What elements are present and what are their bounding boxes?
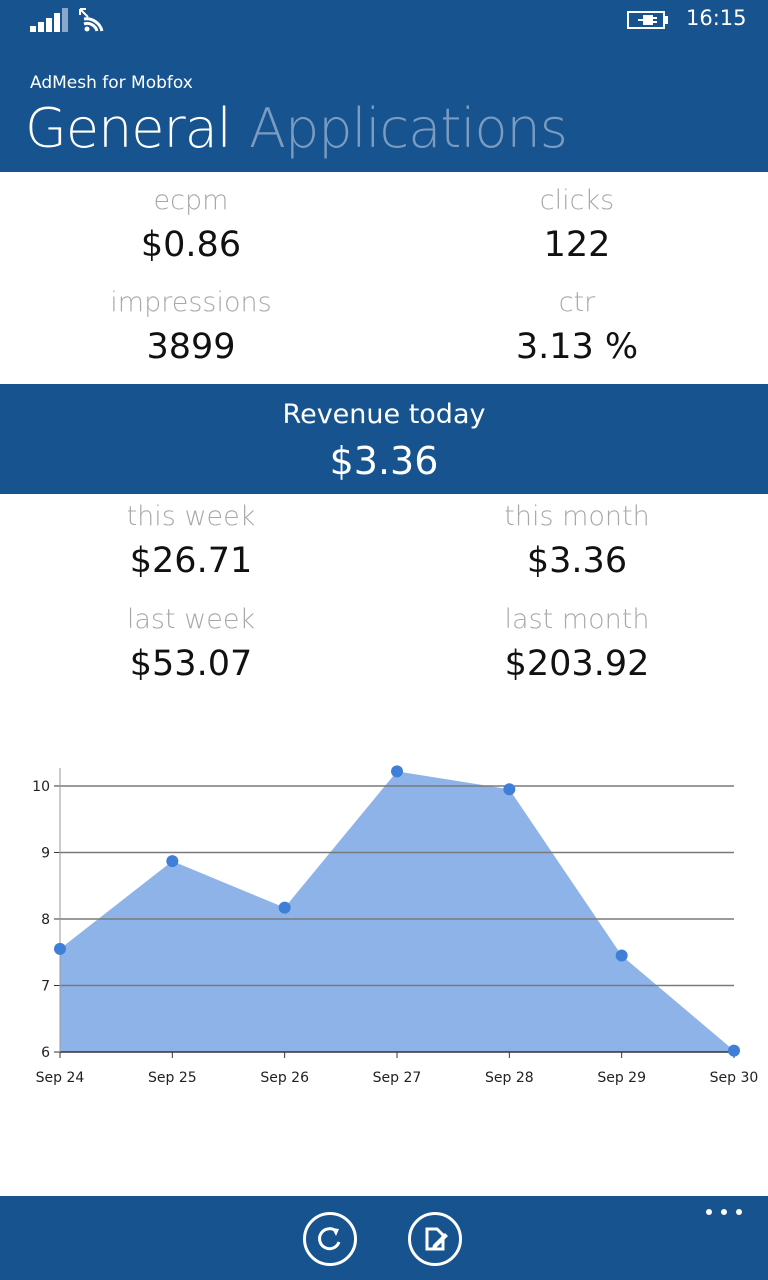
x-tick-label: Sep 24 (36, 1070, 85, 1086)
stat-value: $26.71 (129, 541, 253, 581)
revenue-today-label: Revenue today (282, 399, 486, 430)
stat-impressions: impressions 3899 (31, 286, 351, 372)
stat-value: $203.92 (504, 644, 650, 684)
stat-this-month: this month $3.36 (417, 500, 737, 586)
stat-value: $0.86 (140, 225, 242, 265)
x-tick-label: Sep 26 (260, 1070, 309, 1086)
stat-clicks: clicks 122 (417, 184, 737, 270)
stat-last-month: last month $203.92 (417, 603, 737, 689)
stat-label: last month (504, 604, 650, 635)
status-bar: 16:15 (0, 0, 768, 40)
stat-label: ecpm (153, 185, 229, 216)
pivot-tab-applications[interactable]: Applications (249, 96, 568, 162)
pivot-tab-general[interactable]: General (25, 96, 232, 162)
edit-button[interactable] (408, 1212, 462, 1266)
y-tick-label: 9 (41, 845, 50, 861)
stat-last-week: last week $53.07 (31, 603, 351, 689)
x-tick-label: Sep 28 (485, 1070, 534, 1086)
header: 16:15 AdMesh for Mobfox General Applicat… (0, 0, 768, 172)
x-tick-label: Sep 30 (710, 1070, 759, 1086)
stat-label: clicks (539, 185, 615, 216)
edit-icon (425, 1227, 448, 1251)
revenue-today-value: $3.36 (329, 439, 439, 483)
revenue-chart-svg: 6 7 8 9 10 Sep 24 Sep 25 Sep 26 Sep 27 Sep 28 Sep … (32, 765, 759, 1086)
x-tick-label: Sep 25 (148, 1070, 197, 1086)
y-tick-label: 8 (41, 912, 50, 928)
clock: 16:15 (686, 6, 747, 30)
stat-value: 3899 (146, 327, 236, 367)
stat-ecpm: ecpm $0.86 (31, 184, 351, 270)
data-point (278, 901, 291, 914)
stat-label: last week (126, 604, 256, 635)
stat-this-week: this week $26.71 (31, 500, 351, 586)
refresh-button[interactable] (303, 1212, 357, 1266)
wifi-icon (79, 8, 104, 32)
data-point (615, 949, 628, 962)
data-point (391, 765, 403, 778)
stat-value: $53.07 (129, 644, 253, 684)
area-fill (60, 771, 734, 1052)
data-point (503, 783, 516, 796)
x-tick-label: Sep 27 (373, 1070, 422, 1086)
data-point (54, 942, 66, 955)
app-title: AdMesh for Mobfox (30, 73, 193, 93)
x-tick-label: Sep 29 (597, 1070, 646, 1086)
stat-label: impressions (110, 287, 272, 318)
battery-charging-icon (627, 11, 668, 29)
stat-value: $3.36 (526, 541, 628, 581)
stat-ctr: ctr 3.13 % (417, 286, 737, 372)
more-icon[interactable] (704, 1204, 744, 1220)
y-tick-label: 7 (41, 978, 50, 994)
y-tick-label: 10 (32, 779, 50, 795)
stat-value: 122 (543, 225, 611, 265)
stat-label: this week (126, 501, 256, 532)
data-point (166, 855, 179, 868)
signal-icon (30, 8, 68, 32)
data-point (728, 1044, 740, 1057)
refresh-icon (318, 1227, 341, 1251)
y-tick-label: 6 (41, 1045, 50, 1061)
stat-label: ctr (558, 287, 596, 318)
stat-value: 3.13 % (515, 327, 639, 367)
revenue-today-band: Revenue today $3.36 (0, 384, 768, 494)
app-bar (0, 1196, 768, 1280)
revenue-chart: 6 7 8 9 10 Sep 24 Sep 25 Sep 26 Sep 27 Sep 28 Sep … (0, 740, 768, 1100)
stat-label: this month (504, 501, 650, 532)
